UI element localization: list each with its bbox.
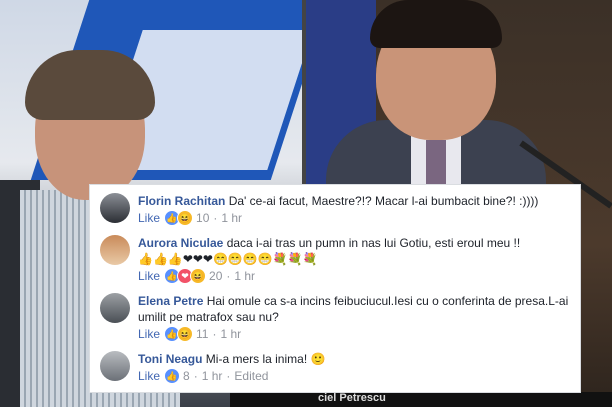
edited-label[interactable]: Edited xyxy=(234,368,268,384)
haha-reaction-icon: 😆 xyxy=(177,210,194,226)
separator: · xyxy=(212,327,217,341)
like-reaction-icon: 👍 xyxy=(164,368,181,384)
comment-meta: Like 👍 8 · 1 hr · Edited xyxy=(138,368,578,384)
avatar[interactable] xyxy=(100,235,130,265)
avatar[interactable] xyxy=(100,351,130,381)
haha-reaction-icon: 😆 xyxy=(190,268,207,284)
smile-emoji: 🙂 xyxy=(310,352,326,366)
like-button[interactable]: Like xyxy=(138,210,160,226)
reaction-count: 20 xyxy=(209,269,223,283)
comment-time[interactable]: 1 hr xyxy=(220,326,241,342)
commenter-name[interactable]: Florin Rachitan xyxy=(138,194,225,208)
reaction-count: 11 xyxy=(196,327,209,341)
separator: · xyxy=(213,211,218,225)
avatar[interactable] xyxy=(100,193,130,223)
haha-reaction-icon: 😆 xyxy=(177,326,194,342)
caption-strip: ciel Petrescu xyxy=(230,392,612,407)
comment-meta: Like 👍 😆 11 · 1 hr xyxy=(138,326,578,342)
commenter-name[interactable]: Toni Neagu xyxy=(138,352,202,366)
comment-text: Hai omule ca s-a incins feibuciucul.Iesi… xyxy=(138,294,569,324)
separator: · xyxy=(193,369,198,383)
reactions[interactable]: 👍 😆 xyxy=(164,210,194,226)
like-button[interactable]: Like xyxy=(138,326,160,342)
comment-text: Da' ce-ai facut, Maestre?!? Macar l-ai b… xyxy=(228,194,539,208)
reactions[interactable]: 👍 ❤ 😆 xyxy=(164,268,207,284)
caption-text: ciel Petrescu xyxy=(318,392,386,404)
comment-meta: Like 👍 ❤ 😆 20 · 1 hr xyxy=(138,268,578,284)
like-button[interactable]: Like xyxy=(138,268,160,284)
commenter-name[interactable]: Elena Petre xyxy=(138,294,203,308)
reaction-count: 8 xyxy=(183,369,190,383)
comment-meta: Like 👍 😆 10 · 1 hr xyxy=(138,210,578,226)
commenter-name[interactable]: Aurora Niculae xyxy=(138,236,223,250)
avatar[interactable] xyxy=(100,293,130,323)
comment-time[interactable]: 1 hr xyxy=(202,368,223,384)
comments-panel: Florin Rachitan Da' ce-ai facut, Maestre… xyxy=(89,184,581,393)
comment-text: daca i-ai tras un pumn in nas lui Gotiu,… xyxy=(226,236,521,250)
comment-text: Mi-a mers la inima! xyxy=(205,352,308,366)
reactions[interactable]: 👍 xyxy=(164,368,181,384)
hair xyxy=(370,0,502,48)
reactions[interactable]: 👍 😆 xyxy=(164,326,194,342)
separator: · xyxy=(226,369,231,383)
emoji-line: 👍👍👍❤❤❤😁😁😁😁💐💐💐 xyxy=(138,252,318,266)
comment-time[interactable]: 1 hr xyxy=(221,210,242,226)
like-button[interactable]: Like xyxy=(138,368,160,384)
reaction-count: 10 xyxy=(196,211,210,225)
comment-time[interactable]: 1 hr xyxy=(234,268,255,284)
separator: · xyxy=(226,269,231,283)
